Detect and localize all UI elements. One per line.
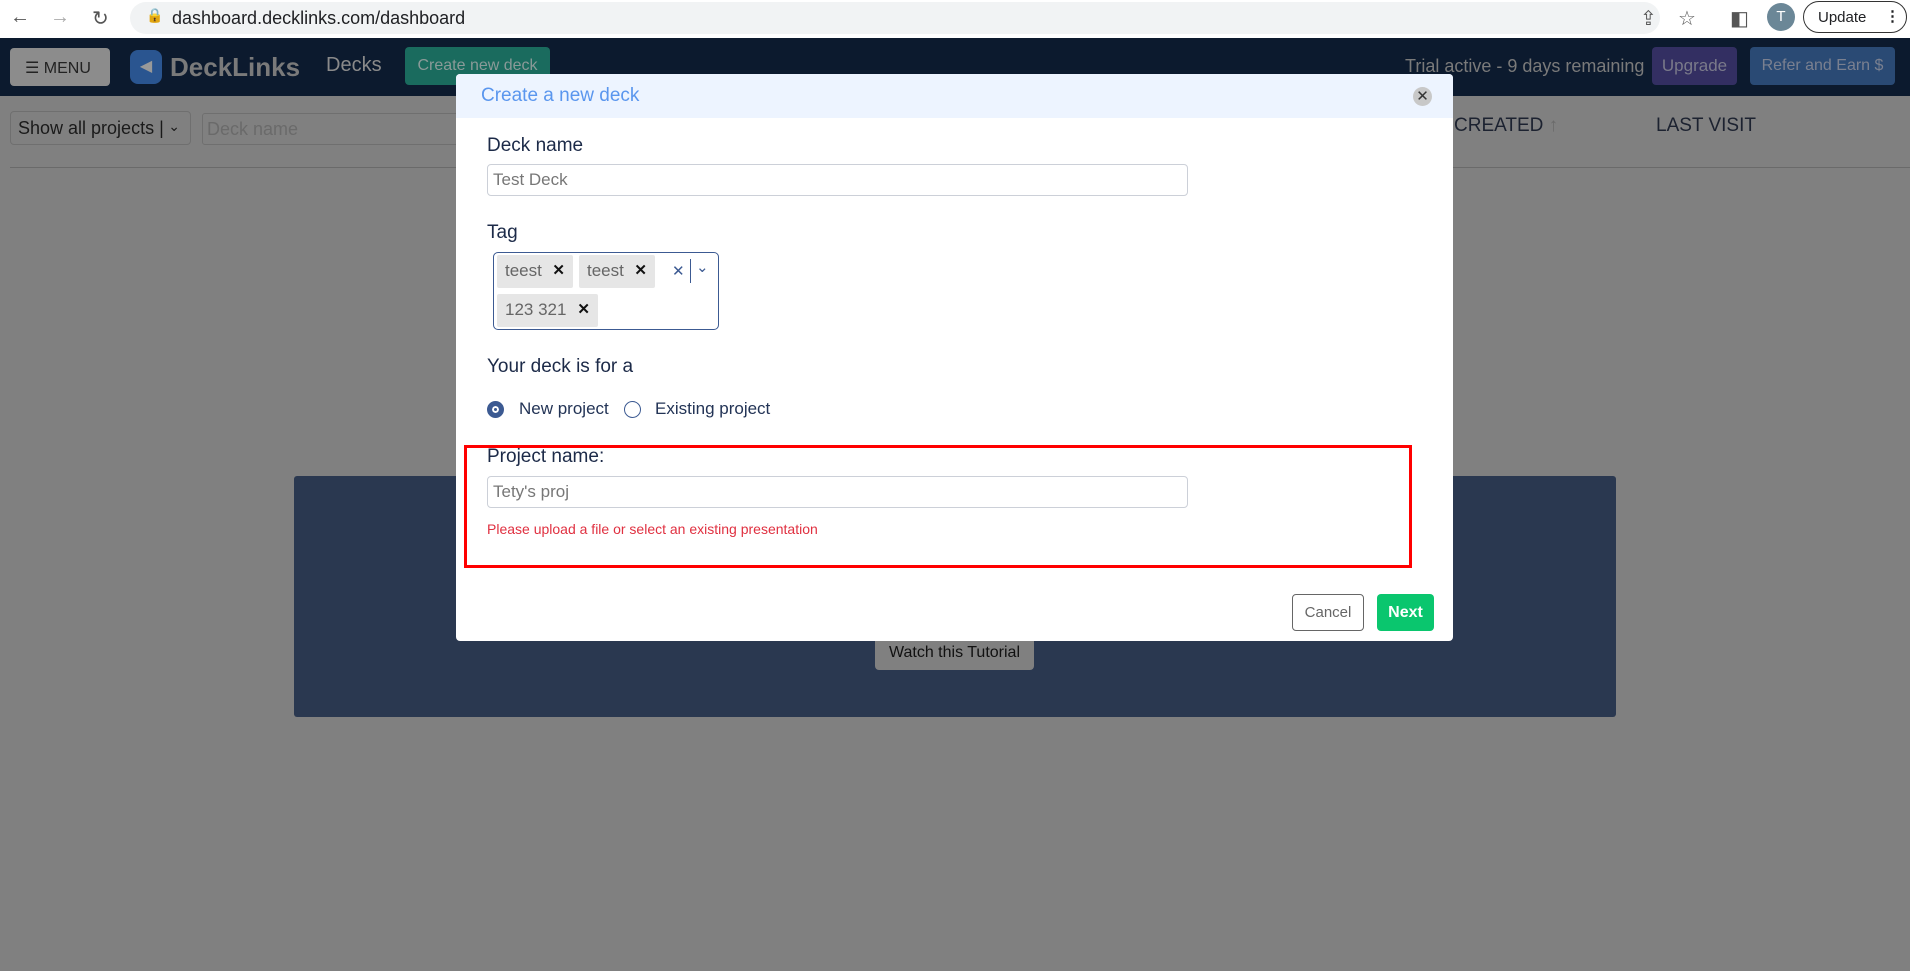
tag-chip-label: teest — [505, 261, 542, 280]
remove-tag-icon[interactable]: ✕ — [577, 300, 590, 318]
next-button[interactable]: Next — [1377, 594, 1434, 631]
remove-tag-icon[interactable]: ✕ — [634, 261, 647, 279]
tag-chip-label: 123 321 — [505, 300, 567, 319]
project-name-input[interactable]: Tety's proj — [487, 476, 1188, 508]
deck-name-label: Deck name — [487, 135, 584, 156]
tag-chip: teest ✕ — [579, 255, 655, 288]
menu-button[interactable]: ☰ MENU — [10, 48, 110, 86]
project-name-label: Project name: — [487, 446, 605, 467]
address-bar[interactable]: 🔒 dashboard.decklinks.com/dashboard — [130, 2, 1660, 34]
update-button[interactable]: Update ⋮ — [1803, 1, 1907, 33]
share-icon[interactable]: ⇪ — [1640, 6, 1657, 31]
star-icon[interactable]: ☆ — [1678, 6, 1696, 31]
upgrade-button[interactable]: Upgrade — [1652, 47, 1737, 85]
error-message: Please upload a file or select an existi… — [487, 521, 818, 537]
radio-existing-project[interactable] — [624, 401, 641, 418]
menu-label: MENU — [43, 60, 91, 77]
create-deck-modal: Create a new deck ✕ Deck name Test Deck … — [456, 74, 1453, 641]
chevron-down-icon: ⌄ — [168, 118, 180, 134]
deck-name-input[interactable]: Test Deck — [487, 164, 1188, 196]
chevron-down-icon[interactable]: ⌄ — [696, 258, 709, 276]
remove-tag-icon[interactable]: ✕ — [552, 261, 565, 279]
browser-toolbar: ← → ↻ 🔒 dashboard.decklinks.com/dashboar… — [0, 0, 1910, 38]
radio-new-project-label[interactable]: New project — [519, 399, 609, 419]
radio-new-project[interactable] — [487, 401, 504, 418]
deck-for-label: Your deck is for a — [487, 356, 634, 377]
forward-icon[interactable]: → — [50, 6, 70, 29]
reload-icon[interactable]: ↻ — [92, 6, 109, 31]
tag-multiselect[interactable]: teest ✕ teest ✕ 123 321 ✕ ✕ ⌄ — [493, 252, 719, 330]
tag-label: Tag — [487, 222, 518, 243]
tag-chip: teest ✕ — [497, 255, 573, 288]
brand-name[interactable]: DeckLinks — [170, 52, 300, 83]
watch-tutorial-button[interactable]: Watch this Tutorial — [875, 636, 1034, 670]
modal-header: Create a new deck ✕ — [456, 74, 1453, 118]
update-label: Update — [1818, 9, 1867, 26]
cancel-button[interactable]: Cancel — [1292, 594, 1364, 631]
lock-icon: 🔒 — [146, 7, 164, 23]
arrow-up-icon: ↑ — [1548, 115, 1559, 136]
tag-chip-label: teest — [587, 261, 624, 280]
tag-chip: 123 321 ✕ — [497, 294, 598, 327]
back-icon[interactable]: ← — [10, 6, 30, 29]
radio-existing-project-label[interactable]: Existing project — [655, 399, 770, 419]
column-created[interactable]: CREATED ↑ — [1454, 115, 1558, 137]
url-text: dashboard.decklinks.com/dashboard — [172, 8, 466, 28]
project-filter-select[interactable]: Show all projects | ⌄ — [10, 111, 191, 145]
side-panel-icon[interactable]: ◧ — [1730, 6, 1749, 31]
more-icon: ⋮ — [1885, 8, 1900, 25]
profile-avatar[interactable]: T — [1767, 3, 1795, 31]
column-last-visit[interactable]: LAST VISIT — [1656, 115, 1756, 137]
close-icon[interactable]: ✕ — [1413, 87, 1432, 106]
hamburger-icon: ☰ — [25, 60, 44, 77]
refer-button[interactable]: Refer and Earn $ — [1750, 47, 1895, 85]
column-created-label: CREATED — [1454, 115, 1544, 136]
modal-title: Create a new deck — [481, 85, 640, 106]
separator — [690, 259, 691, 283]
nav-decks[interactable]: Decks — [326, 54, 382, 77]
clear-all-icon[interactable]: ✕ — [672, 262, 685, 280]
project-filter-value: Show all projects | — [18, 118, 164, 138]
logo-icon: ◀ — [130, 50, 162, 84]
